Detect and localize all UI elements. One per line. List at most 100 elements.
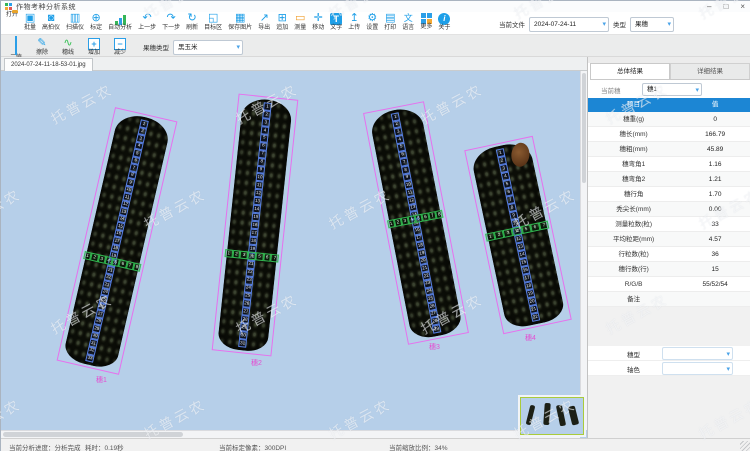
result-item-value: 0.00	[679, 202, 750, 216]
ear-type-select[interactable]: 黑玉米 ▾	[173, 40, 243, 55]
toolbar-button-redo[interactable]: ↷下一步	[159, 12, 183, 32]
toolbar-button-label: 设置	[366, 25, 378, 32]
move-icon: ✛	[312, 12, 324, 25]
result-row: 行粒数(粒)36	[588, 247, 750, 262]
current-ear-select[interactable]: 穗1 ▾	[642, 83, 702, 96]
ear-line-icon: ∿	[55, 37, 81, 50]
toolbar-button-label: 擦除	[29, 50, 55, 57]
current-file-label: 当前文件	[499, 19, 525, 29]
toolbar-button-label: 追加	[276, 25, 288, 32]
toolbar-button-measure[interactable]: ▭测量	[291, 12, 309, 32]
result-item-label: 穗行角	[588, 187, 679, 201]
add-icon: +	[88, 38, 100, 50]
result-row: 穗重(g)0	[588, 112, 750, 127]
horizontal-scroll-thumb[interactable]	[3, 432, 183, 437]
image-canvas[interactable]: 1234567891011121314151617181920212223242…	[1, 71, 587, 438]
status-bar: 当前分析进度：分析完成 耗时：0.19秒 当前标定像素：300DPI 当前缩放比…	[1, 438, 750, 451]
image-tab[interactable]: 2024-07-24-11-18-53-01.jpg	[4, 58, 93, 71]
toolbar-button-auto-analyze[interactable]: 自动分析	[105, 12, 135, 32]
toolbar-button-text[interactable]: T文字	[327, 12, 345, 32]
ear-shape-label: 穗型	[616, 349, 640, 359]
remove-icon: −	[114, 38, 126, 50]
result-item-label: 穗弯角1	[588, 157, 679, 171]
axis-color-select[interactable]: ▾	[662, 362, 733, 375]
axis-color-row: 轴色 ▾	[588, 361, 750, 376]
ear-bounding-box: 1234567891011121314151617181920212212345…	[464, 136, 572, 334]
toolbar-button-target-area[interactable]: ◱目标区	[201, 12, 225, 32]
result-row: 秃尖长(mm)0.00	[588, 202, 750, 217]
toolbar-button-label: 测量	[294, 25, 306, 32]
toolbar-button-refresh[interactable]: ↻刷新	[183, 12, 201, 32]
result-item-label: 备注	[588, 292, 679, 306]
chevron-down-icon: ▾	[602, 18, 606, 31]
toolbar-button-more[interactable]: 更多	[417, 12, 435, 31]
append-icon: ⊞	[276, 12, 288, 25]
toolbar-button-camera[interactable]: ◙高拍仪	[39, 12, 63, 32]
navigator-thumbnail[interactable]	[518, 395, 586, 437]
row-number: 7	[271, 254, 280, 263]
toolbar-button-print[interactable]: ▤打印	[381, 12, 399, 32]
file-type-value: 果穗	[635, 21, 648, 28]
current-ear-row: 当前穗 穗1 ▾	[588, 82, 750, 97]
tab-overall-results[interactable]: 总体结果	[590, 63, 670, 79]
result-item-value: 55/52/54	[679, 277, 750, 291]
toolbar-button-about[interactable]: i关于	[435, 12, 453, 32]
result-item-label: 秃尖长(mm)	[588, 202, 679, 216]
toolbar-button-language[interactable]: 文语言	[399, 12, 417, 32]
result-row: 穗行数(行)15	[588, 262, 750, 277]
measure-icon: ▭	[294, 12, 306, 25]
toolbar-button-move[interactable]: ✛移动	[309, 12, 327, 32]
result-item-label: 行粒数(粒)	[588, 247, 679, 261]
toolbar-button-scanner[interactable]: ▥扫描仪	[63, 12, 87, 32]
ear-label: 穗4	[525, 333, 536, 343]
ear-shape-select[interactable]: ▾	[662, 347, 733, 360]
toolbar-button-label: 移动	[312, 25, 324, 32]
ear-shape-row: 穗型 ▾	[588, 346, 750, 361]
toolbar-button-save-image[interactable]: ▦保存图片	[225, 12, 255, 32]
minimize-button[interactable]: –	[707, 1, 711, 12]
maximize-button[interactable]: □	[723, 1, 728, 12]
toolbar-button-undo[interactable]: ↶上一步	[135, 12, 159, 32]
toolbar-button-label: 保存图片	[228, 25, 252, 32]
tab-detail-results[interactable]: 详细结果	[670, 63, 750, 79]
toolbar-button-append[interactable]: ⊞追加	[273, 12, 291, 32]
chevron-down-icon: ▾	[236, 41, 240, 54]
result-item-label: 穗弯角2	[588, 172, 679, 186]
vertical-scrollbar[interactable]	[580, 71, 587, 430]
toolbar-button-label: 语言	[402, 25, 414, 32]
vertical-scroll-thumb[interactable]	[582, 73, 586, 183]
current-file-select[interactable]: 2024-07-24-11 ▾	[529, 17, 609, 32]
result-item-value: 1.70	[679, 187, 750, 201]
toolbar-button-upload[interactable]: ↥上传	[345, 12, 363, 32]
results-table: 项目值 穗重(g)0穗长(mm)166.79穗粗(mm)45.89穗弯角11.1…	[588, 98, 750, 307]
window-titlebar: 作物考种分析系统 – □ ×	[1, 1, 750, 12]
toolbar-button-settings[interactable]: ⚙设置	[363, 12, 381, 32]
kernel-number: 31	[238, 339, 247, 348]
toolbar-button-open-folder[interactable]: 打开	[3, 12, 21, 19]
toolbar-button-batch[interactable]: ▣批量	[21, 12, 39, 32]
result-item-value: 15	[679, 262, 750, 276]
status-time: 耗时：0.19秒	[85, 442, 124, 451]
ear-label: 穗2	[251, 358, 262, 368]
app-logo-icon	[5, 3, 12, 10]
results-table-header: 项目值	[588, 98, 750, 112]
file-type-select[interactable]: 果穗 ▾	[630, 17, 674, 32]
result-item-label: 穗长(mm)	[588, 127, 679, 141]
resize-grip[interactable]	[740, 441, 750, 451]
print-icon: ▤	[384, 12, 396, 25]
result-item-label: 穗行数(行)	[588, 262, 679, 276]
toolbar-button-label: 文字	[330, 25, 342, 32]
toolbar-button-label: 上传	[348, 25, 360, 32]
ear-bounding-box: 1234567891011121314151617181920212223242…	[212, 94, 299, 357]
ear-label: 穗1	[96, 375, 107, 385]
result-item-label: 穗重(g)	[588, 112, 679, 126]
toolbar-button-calibrate[interactable]: ⊕标定	[87, 12, 105, 32]
export-icon: ↗	[258, 12, 270, 25]
toolbar-button-label: 自动分析	[108, 25, 132, 32]
file-type-label: 类型	[613, 19, 626, 29]
horizontal-scrollbar[interactable]	[1, 430, 580, 438]
result-row: 平均粒距(mm)4.57	[588, 232, 750, 247]
current-ear-value: 穗1	[647, 86, 657, 93]
close-button[interactable]: ×	[740, 1, 745, 12]
toolbar-button-export[interactable]: ↗导出	[255, 12, 273, 32]
